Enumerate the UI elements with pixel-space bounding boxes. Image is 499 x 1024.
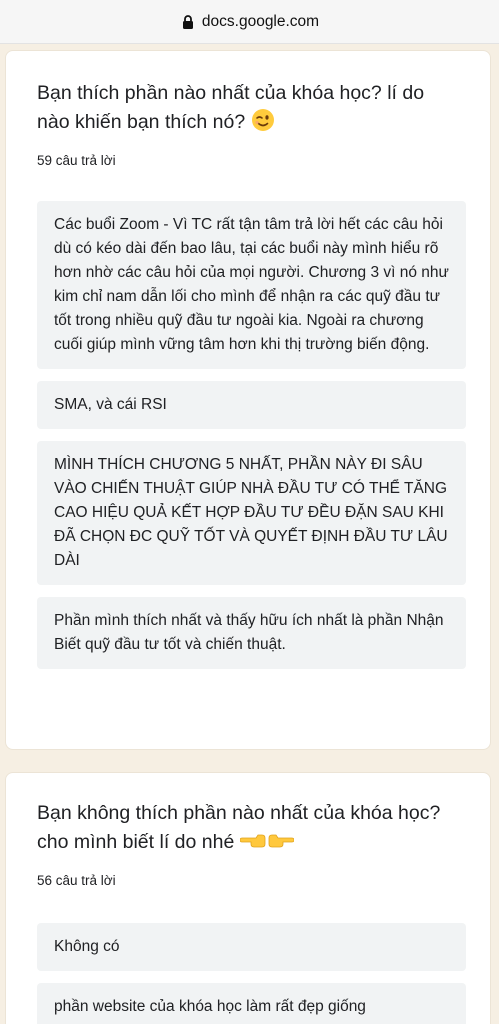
list-item: Các buổi Zoom - Vì TC rất tận tâm trả lờ… xyxy=(37,201,466,369)
list-item: phần website của khóa học làm rất đẹp gi… xyxy=(37,983,466,1024)
answers-list-2[interactable]: Không có phần website của khóa học làm r… xyxy=(37,923,466,1024)
form-responses-scroll-area[interactable]: Bạn thích phần nào nhất của khóa học? lí… xyxy=(0,44,499,1024)
browser-address-bar[interactable]: docs.google.com xyxy=(0,0,499,44)
winking-face-icon xyxy=(251,109,274,131)
list-item: Không có xyxy=(37,923,466,971)
list-item: MÌNH THÍCH CHƯƠNG 5 NHẤT, PHẦN NÀY ĐI SÂ… xyxy=(37,441,466,585)
question-title-1-text: Bạn thích phần nào nhất của khóa học? lí… xyxy=(37,82,425,133)
response-count-2: 56 câu trả lời xyxy=(37,873,116,888)
response-count-1: 59 câu trả lời xyxy=(37,153,116,168)
pointing-hands-icon xyxy=(239,834,294,848)
answers-list-1[interactable]: Các buổi Zoom - Vì TC rất tận tâm trả lờ… xyxy=(37,201,466,723)
url-text: docs.google.com xyxy=(201,12,320,30)
question-title-1: Bạn thích phần nào nhất của khóa học? lí… xyxy=(37,79,460,137)
list-item: SMA, và cái RSI xyxy=(37,381,466,429)
question-title-2-text: Bạn không thích phần nào nhất của khóa h… xyxy=(37,802,441,853)
question-card-2: Bạn không thích phần nào nhất của khóa h… xyxy=(5,772,491,1024)
question-title-2: Bạn không thích phần nào nhất của khóa h… xyxy=(37,799,460,857)
list-item: Phần mình thích nhất và thấy hữu ích nhấ… xyxy=(37,597,466,669)
question-card-1: Bạn thích phần nào nhất của khóa học? lí… xyxy=(5,50,491,750)
lock-icon xyxy=(182,14,193,29)
